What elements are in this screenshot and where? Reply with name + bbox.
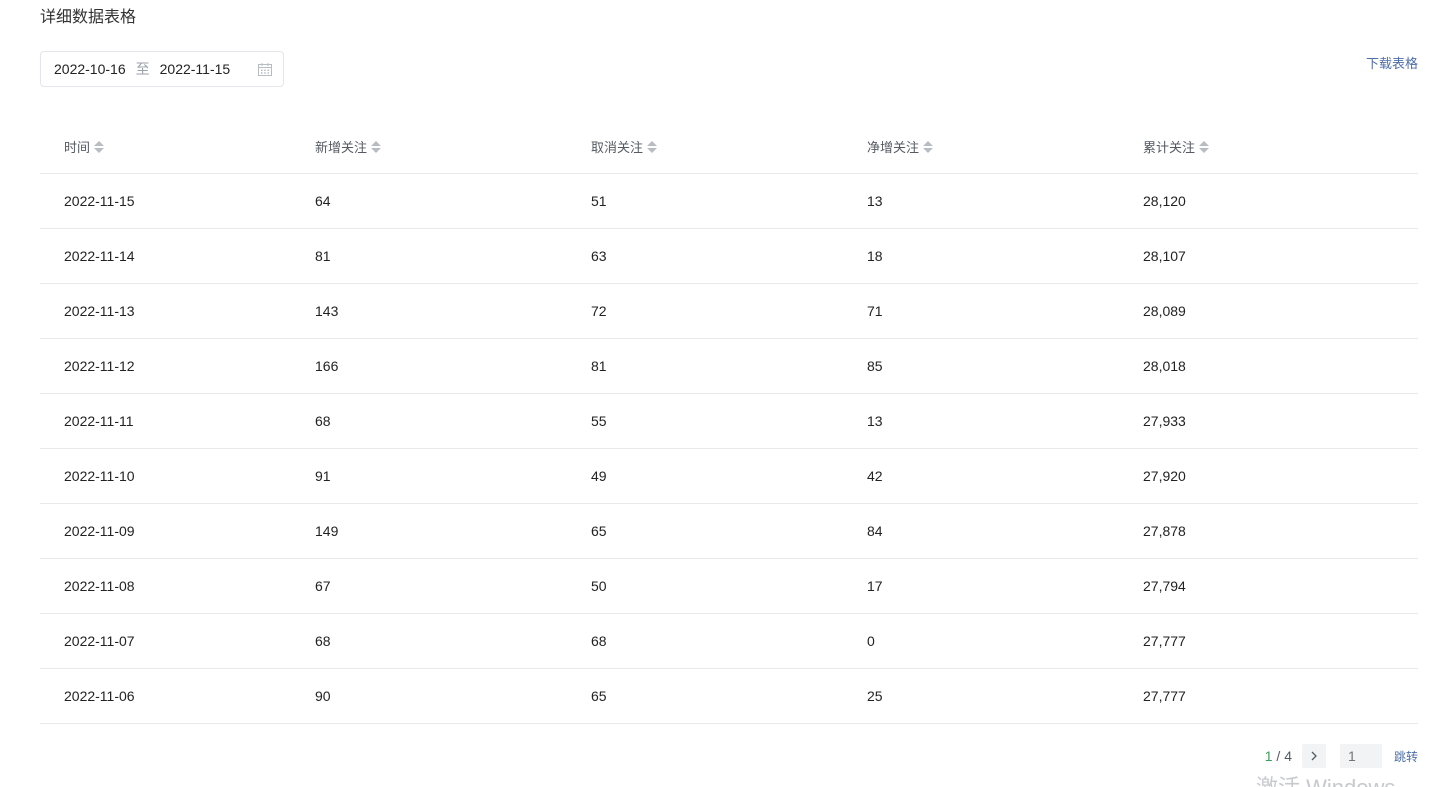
column-header-label: 取消关注	[591, 140, 644, 155]
date-separator: 至	[135, 61, 150, 77]
table-row: 2022-11-15 64 51 13 28,120	[40, 174, 1418, 229]
table-header: 时间 新增关注 取消关注 净增关注 累计关注	[40, 120, 1418, 174]
cell-net-follows: 17	[867, 578, 883, 594]
date-range-picker[interactable]: 2022-10-16 至 2022-11-15	[40, 51, 284, 87]
cell-date: 2022-11-09	[64, 523, 135, 539]
page: 详细数据表格 2022-10-16 至 2022-11-15 下载表格 时间 新…	[0, 0, 1438, 787]
download-table-link[interactable]: 下载表格	[1366, 53, 1418, 72]
current-page: 1	[1264, 748, 1273, 764]
sort-icon[interactable]	[923, 140, 934, 154]
cell-unfollows: 81	[591, 358, 607, 374]
sort-icon[interactable]	[94, 140, 105, 154]
section-title: 详细数据表格	[40, 9, 137, 26]
cell-total-follows: 28,120	[1143, 193, 1186, 209]
table-row: 2022-11-09 149 65 84 27,878	[40, 504, 1418, 559]
column-header-label: 时间	[64, 140, 91, 155]
cell-date: 2022-11-08	[64, 578, 135, 594]
sort-icon[interactable]	[371, 140, 382, 154]
page-separator: /	[1272, 748, 1285, 764]
table-row: 2022-11-13 143 72 71 28,089	[40, 284, 1418, 339]
cell-net-follows: 13	[867, 193, 883, 209]
cell-new-follows: 91	[315, 468, 331, 484]
start-date[interactable]: 2022-10-16	[54, 61, 126, 77]
cell-total-follows: 27,777	[1143, 633, 1186, 649]
cell-unfollows: 68	[591, 633, 607, 649]
cell-new-follows: 143	[315, 303, 339, 319]
cell-total-follows: 28,018	[1143, 358, 1186, 374]
table-row: 2022-11-08 67 50 17 27,794	[40, 559, 1418, 614]
column-header-net-follows[interactable]: 净增关注	[867, 137, 1143, 156]
total-pages: 4	[1284, 748, 1292, 764]
cell-unfollows: 50	[591, 578, 607, 594]
cell-total-follows: 27,878	[1143, 523, 1186, 539]
cell-new-follows: 90	[315, 688, 331, 704]
table-row: 2022-11-06 90 65 25 27,777	[40, 669, 1418, 724]
cell-new-follows: 166	[315, 358, 339, 374]
data-table: 时间 新增关注 取消关注 净增关注 累计关注 2022-11-15 64 51 …	[40, 120, 1418, 724]
table-row: 2022-11-11 68 55 13 27,933	[40, 394, 1418, 449]
table-row: 2022-11-12 166 81 85 28,018	[40, 339, 1418, 394]
column-header-time[interactable]: 时间	[40, 137, 315, 156]
windows-activation-watermark: 激活 Windows	[1256, 770, 1395, 787]
calendar-icon[interactable]	[258, 63, 272, 76]
jump-button[interactable]: 跳转	[1394, 748, 1418, 765]
cell-date: 2022-11-07	[64, 633, 135, 649]
column-header-label: 新增关注	[315, 140, 368, 155]
page-number-input[interactable]	[1339, 744, 1382, 768]
cell-date: 2022-11-12	[64, 358, 135, 374]
cell-date: 2022-11-15	[64, 193, 135, 209]
cell-net-follows: 0	[867, 633, 875, 649]
column-header-new-follows[interactable]: 新增关注	[315, 137, 591, 156]
cell-date: 2022-11-13	[64, 303, 135, 319]
cell-new-follows: 81	[315, 248, 331, 264]
cell-unfollows: 63	[591, 248, 607, 264]
cell-unfollows: 72	[591, 303, 607, 319]
table-row: 2022-11-10 91 49 42 27,920	[40, 449, 1418, 504]
cell-new-follows: 67	[315, 578, 331, 594]
table-row: 2022-11-14 81 63 18 28,107	[40, 229, 1418, 284]
cell-new-follows: 68	[315, 633, 331, 649]
cell-net-follows: 42	[867, 468, 883, 484]
cell-unfollows: 65	[591, 688, 607, 704]
column-header-label: 累计关注	[1143, 140, 1196, 155]
cell-net-follows: 84	[867, 523, 883, 539]
cell-net-follows: 71	[867, 303, 883, 319]
cell-date: 2022-11-14	[64, 248, 135, 264]
cell-net-follows: 13	[867, 413, 883, 429]
cell-date: 2022-11-11	[64, 413, 134, 429]
end-date[interactable]: 2022-11-15	[160, 61, 231, 77]
cell-unfollows: 51	[591, 193, 607, 209]
cell-total-follows: 27,920	[1143, 468, 1186, 484]
cell-total-follows: 28,089	[1143, 303, 1186, 319]
cell-net-follows: 25	[867, 688, 883, 704]
cell-unfollows: 55	[591, 413, 607, 429]
sort-icon[interactable]	[647, 140, 658, 154]
cell-new-follows: 149	[315, 523, 339, 539]
cell-total-follows: 27,794	[1143, 578, 1186, 594]
page-indicator: 1 / 4	[1265, 748, 1292, 764]
column-header-label: 净增关注	[867, 140, 920, 155]
cell-unfollows: 49	[591, 468, 607, 484]
sort-icon[interactable]	[1199, 140, 1210, 154]
cell-total-follows: 27,933	[1143, 413, 1186, 429]
pagination: 1 / 4 跳转	[1265, 744, 1418, 768]
cell-unfollows: 65	[591, 523, 607, 539]
cell-new-follows: 64	[315, 193, 331, 209]
cell-total-follows: 28,107	[1143, 248, 1186, 264]
cell-date: 2022-11-06	[64, 688, 135, 704]
cell-net-follows: 18	[867, 248, 883, 264]
cell-net-follows: 85	[867, 358, 883, 374]
cell-date: 2022-11-10	[64, 468, 135, 484]
chevron-right-icon	[1311, 751, 1317, 761]
next-page-button[interactable]	[1301, 744, 1326, 768]
table-row: 2022-11-07 68 68 0 27,777	[40, 614, 1418, 669]
column-header-unfollows[interactable]: 取消关注	[591, 137, 867, 156]
cell-total-follows: 27,777	[1143, 688, 1186, 704]
column-header-total-follows[interactable]: 累计关注	[1143, 137, 1418, 156]
cell-new-follows: 68	[315, 413, 331, 429]
